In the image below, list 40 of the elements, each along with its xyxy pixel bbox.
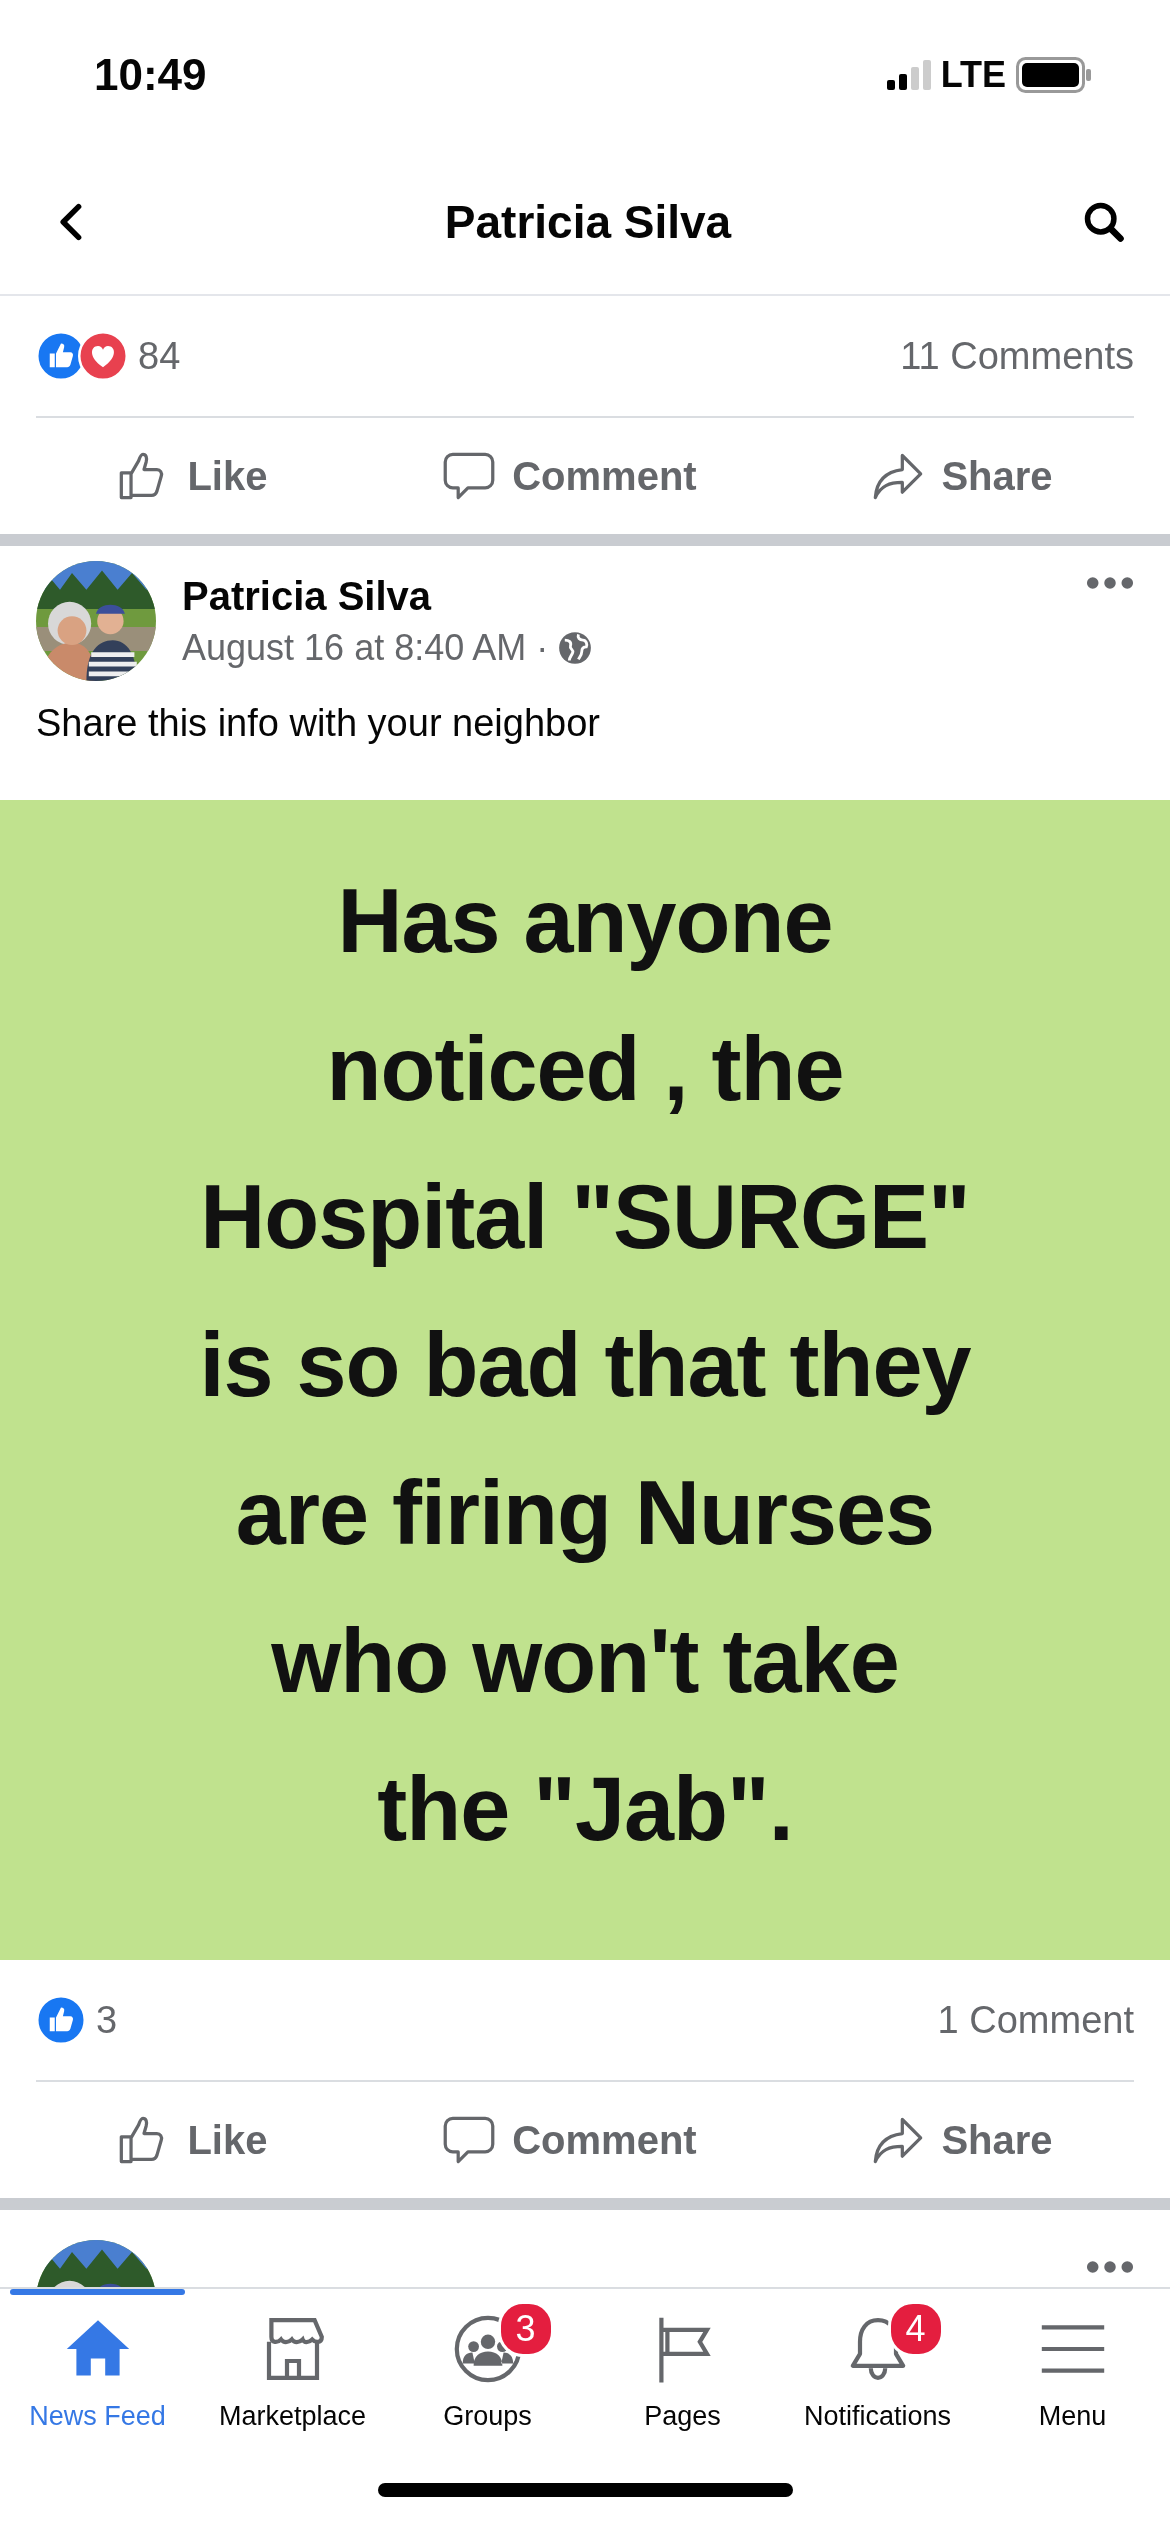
image-caption-line: noticed , the <box>326 1018 844 1121</box>
tab-bar-item[interactable]: Marketplace <box>195 2289 390 2447</box>
like-reaction-icon <box>36 1995 86 2045</box>
comment-button[interactable]: Comment <box>422 439 717 513</box>
reaction-count[interactable]: 84 <box>138 334 181 378</box>
reaction-count[interactable]: 3 <box>96 1998 118 2042</box>
image-caption-line: Has anyone <box>337 870 833 973</box>
like-button[interactable]: Like <box>97 2103 288 2177</box>
image-caption-line: are firing Nurses <box>235 1462 935 1565</box>
battery-icon <box>1016 57 1092 93</box>
comment-button[interactable]: Comment <box>422 2103 717 2177</box>
tab-bar-item[interactable]: News Feed <box>0 2289 195 2447</box>
page-title: Patricia Silva <box>444 195 732 249</box>
network-type: LTE <box>940 54 1006 96</box>
tab-bar-item[interactable]: 4 Notifications <box>780 2289 975 2447</box>
tab-bar-item[interactable]: Pages <box>585 2289 780 2447</box>
share-button[interactable]: Share <box>851 439 1073 513</box>
search-icon[interactable] <box>1082 200 1126 244</box>
image-caption-line: who won't take <box>271 1610 899 1713</box>
tab-bar-item[interactable]: Menu <box>975 2289 1170 2447</box>
image-caption-line: Hospital "SURGE" <box>200 1166 970 1269</box>
notification-badge: 4 <box>887 2301 944 2357</box>
globe-icon <box>558 630 593 665</box>
post-text: Share this info with your neighbor <box>36 701 601 746</box>
like-button[interactable]: Like <box>97 439 288 513</box>
status-time: 10:49 <box>94 50 207 100</box>
more-options-icon[interactable] <box>1086 576 1134 590</box>
image-caption-line: the "Jab". <box>377 1758 793 1861</box>
signal-icon <box>886 60 931 90</box>
comment-count[interactable]: 1 Comment <box>937 1998 1134 2042</box>
author-name[interactable]: Patricia Silva <box>182 573 1060 619</box>
image-caption-line: is so bad that they <box>199 1314 971 1417</box>
more-options-icon[interactable] <box>1086 2260 1134 2274</box>
post-time[interactable]: August 16 at 8:40 AM · <box>182 626 549 669</box>
share-button[interactable]: Share <box>851 2103 1073 2177</box>
post-image[interactable]: Has anyone noticed , the Hospital "SURGE" is so bad that they are firing Nurses who won't take the "Jab". <box>0 800 1170 1960</box>
comment-count[interactable]: 11 Comments <box>900 334 1134 378</box>
notification-badge: 3 <box>497 2301 554 2357</box>
heart-reaction-icon <box>78 331 128 381</box>
tab-bar-item[interactable]: 3 Groups <box>390 2289 585 2447</box>
